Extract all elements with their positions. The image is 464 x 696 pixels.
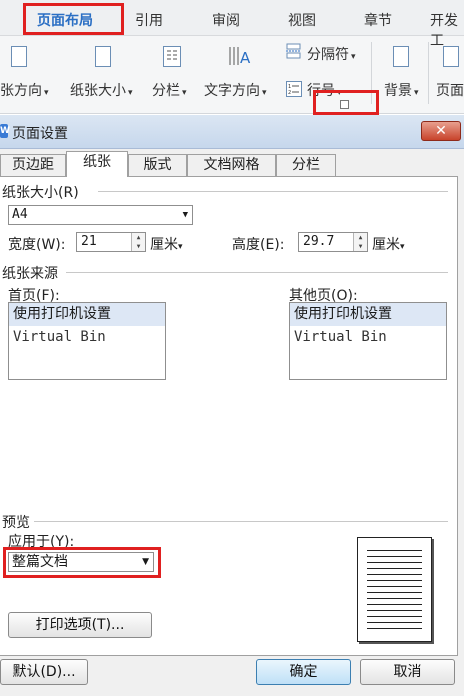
tab-margins[interactable]: 页边距 [0, 154, 66, 176]
width-input[interactable]: 21 ▲ ▼ [76, 232, 146, 252]
text-direction-label: 文字方向 [204, 83, 260, 99]
list-item[interactable]: Virtual Bin [290, 326, 446, 349]
orientation-button[interactable]: 张方向 ▾ [0, 80, 49, 100]
section-divider [98, 191, 448, 192]
height-label: 高度(E): [232, 237, 285, 253]
separator-button[interactable]: 分隔符 ▾ [307, 44, 356, 64]
width-value: 21 [81, 234, 97, 249]
height-input[interactable]: 29.7 ▲ ▼ [298, 232, 368, 252]
separator-icon[interactable] [286, 43, 302, 59]
paper-size-section-title: 纸张大小(R) [2, 185, 79, 201]
height-unit-select[interactable]: 厘米▾ [372, 234, 405, 254]
width-unit-select[interactable]: 厘米▾ [150, 234, 183, 254]
background-label: 背景 [384, 83, 412, 99]
list-item[interactable]: 使用打印机设置 [9, 303, 165, 326]
line-number-icon[interactable]: 12 [286, 81, 302, 97]
page-border-icon[interactable] [443, 46, 459, 67]
text-direction-icon[interactable]: A [228, 44, 252, 68]
dialog-title: 页面设置 [12, 126, 68, 142]
chevron-down-icon: ▾ [128, 88, 133, 98]
highlight-apply-to [3, 547, 161, 578]
other-pages-list[interactable]: 使用打印机设置 Virtual Bin [289, 302, 447, 380]
paper-size-icon[interactable] [95, 46, 111, 67]
columns-icon[interactable] [163, 46, 181, 67]
tab-document-grid[interactable]: 文档网格 [187, 154, 276, 176]
svg-text:2: 2 [288, 90, 291, 96]
spinner-arrows-icon[interactable]: ▲ ▼ [131, 233, 145, 251]
separator-label: 分隔符 [307, 47, 349, 63]
dropdown-arrow-icon: ▼ [182, 210, 188, 220]
text-direction-button[interactable]: 文字方向 ▾ [204, 80, 267, 100]
preview-section-title: 预览 [2, 515, 30, 531]
tab-columns[interactable]: 分栏 [276, 154, 336, 176]
tab-layout[interactable]: 版式 [128, 154, 187, 176]
paper-size-label: 纸张大小 [70, 83, 126, 99]
chevron-down-icon: ▾ [262, 88, 267, 98]
chevron-down-icon: ▾ [182, 88, 187, 98]
svg-text:A: A [240, 49, 251, 67]
print-options-button[interactable]: 打印选项(T)... [8, 612, 152, 638]
list-item[interactable]: Virtual Bin [9, 326, 165, 349]
list-item[interactable]: 使用打印机设置 [290, 303, 446, 326]
ribbon-tab-section[interactable]: 章节 [364, 10, 392, 30]
chevron-down-icon: ▾ [178, 242, 183, 252]
background-icon[interactable] [393, 46, 409, 67]
paper-size-value: A4 [12, 207, 28, 222]
section-divider [66, 272, 448, 273]
columns-button[interactable]: 分栏 ▾ [152, 80, 187, 100]
page-setup-dialog: W 页面设置 ✕ 页边距 纸张 版式 文档网格 分栏 纸张大小(R) A4 ▼ … [0, 115, 464, 696]
default-button[interactable]: 默认(D)... [0, 659, 88, 685]
height-unit-label: 厘米 [372, 237, 400, 253]
cancel-button[interactable]: 取消 [360, 659, 455, 685]
close-button[interactable]: ✕ [421, 121, 461, 141]
highlight-dialog-launcher [313, 90, 379, 115]
paper-size-button[interactable]: 纸张大小 ▾ [70, 80, 133, 100]
ok-button[interactable]: 确定 [256, 659, 351, 685]
ribbon: 页面布局 引用 审阅 视图 章节 开发工 A 12 张方向 ▾ 纸张大小 ▾ 分栏 ▾… [0, 0, 464, 115]
chevron-down-icon: ▾ [414, 88, 419, 98]
page-border-button[interactable]: 页面 [436, 80, 464, 100]
width-label: 宽度(W): [8, 237, 66, 253]
page-preview-thumbnail [357, 537, 432, 642]
spinner-arrows-icon[interactable]: ▲ ▼ [353, 233, 367, 251]
dialog-titlebar[interactable]: W 页面设置 ✕ [0, 115, 464, 149]
chevron-down-icon: ▾ [44, 88, 49, 98]
tab-paper[interactable]: 纸张 [66, 151, 128, 177]
ribbon-divider [428, 42, 429, 104]
paper-source-section-title: 纸张来源 [2, 266, 58, 282]
height-value: 29.7 [303, 234, 335, 249]
width-unit-label: 厘米 [150, 237, 178, 253]
columns-label: 分栏 [152, 83, 180, 99]
ribbon-tab-developer[interactable]: 开发工 [430, 10, 464, 50]
background-button[interactable]: 背景 ▾ [384, 80, 419, 100]
ribbon-tab-references[interactable]: 引用 [135, 10, 163, 30]
chevron-down-icon: ▾ [351, 52, 356, 62]
section-divider [34, 521, 448, 522]
orientation-icon[interactable] [11, 46, 27, 67]
first-page-list[interactable]: 使用打印机设置 Virtual Bin [8, 302, 166, 380]
ribbon-tab-review[interactable]: 审阅 [212, 10, 240, 30]
highlight-page-layout-tab [23, 3, 124, 35]
chevron-down-icon: ▾ [400, 242, 405, 252]
orientation-label: 张方向 [0, 83, 42, 99]
paper-size-select[interactable]: A4 ▼ [8, 205, 193, 225]
ribbon-tab-view[interactable]: 视图 [288, 10, 316, 30]
app-icon: W [0, 124, 10, 138]
page-border-label: 页面 [436, 83, 464, 99]
